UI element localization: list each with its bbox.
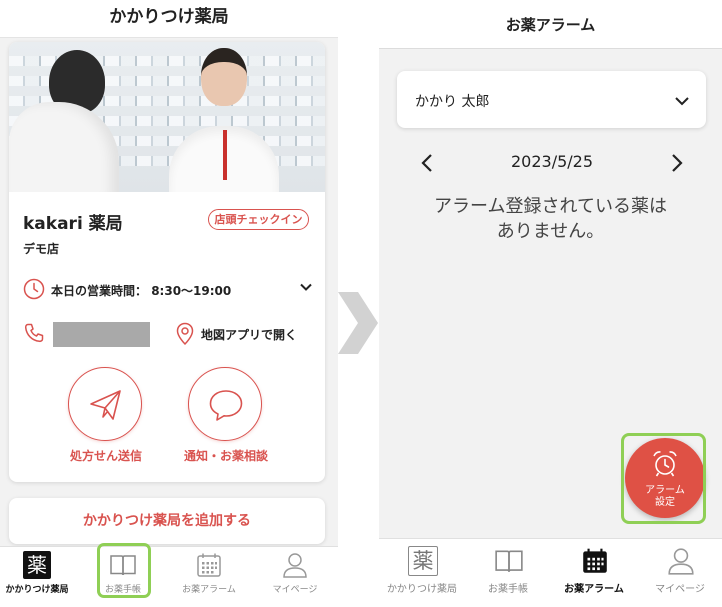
tab-label: かかりつけ薬局 <box>386 584 458 595</box>
tab-my-page[interactable]: マイページ <box>637 539 722 600</box>
screenshot-stage: かかりつけ薬局 kakari 薬局 店頭チェックイン デモ店 本日の営業時間： … <box>0 0 722 607</box>
chevron-down-icon <box>675 97 689 106</box>
chevron-left-icon[interactable] <box>417 152 437 174</box>
tab-label: お薬アラーム <box>182 585 236 595</box>
page-title: お薬アラーム <box>505 16 596 34</box>
consult-label: 通知・お薬相談 <box>183 449 268 463</box>
chat-bubble-icon <box>209 390 243 421</box>
empty-message-line: ありません。 <box>496 221 605 242</box>
clock-icon <box>23 278 45 300</box>
pharmacy-card: kakari 薬局 店頭チェックイン デモ店 本日の営業時間： 8:30～19:… <box>9 42 325 482</box>
tab-medicine-notebook[interactable]: お薬手帳 <box>465 539 551 600</box>
tab-medicine-alarm[interactable]: お薬アラーム <box>169 547 249 607</box>
pharmacy-photo <box>9 42 325 192</box>
kusuri-icon: 薬 <box>408 546 438 576</box>
person-select[interactable]: かかり 太郎 <box>397 71 706 128</box>
hours-value: 8:30～19:00 <box>151 284 232 298</box>
branch-name: デモ店 <box>23 242 60 256</box>
tab-label: お薬手帳 <box>488 584 528 595</box>
map-pin-icon <box>176 322 194 346</box>
pharmacy-screen: かかりつけ薬局 kakari 薬局 店頭チェックイン デモ店 本日の営業時間： … <box>0 0 338 607</box>
alarm-screen: お薬アラーム かかり 太郎 2023/5/25 アラーム登録されている薬は あり… <box>379 0 722 607</box>
chevron-right-arrow-icon <box>338 292 378 354</box>
person-icon <box>668 548 694 575</box>
calendar-icon <box>583 548 607 573</box>
tab-label: お薬アラーム <box>564 584 624 595</box>
alarm-header: お薬アラーム <box>379 0 722 49</box>
chevron-right-icon[interactable] <box>667 152 687 174</box>
empty-message-line: アラーム登録されている薬は <box>434 196 667 217</box>
hours-label: 本日の営業時間： <box>51 284 148 298</box>
consult-button[interactable]: 通知・お薬相談 <box>171 367 281 467</box>
business-hours-row[interactable]: 本日の営業時間： 8:30～19:00 <box>23 278 313 302</box>
tab-label: マイページ <box>655 584 705 595</box>
send-prescription-button[interactable]: 処方せん送信 <box>51 367 161 467</box>
pharmacy-name: kakari 薬局 <box>23 214 123 234</box>
contact-row: 地図アプリで開く <box>23 322 313 350</box>
calendar-icon <box>197 553 221 577</box>
add-pharmacy-button[interactable]: かかりつけ薬局を追加する <box>9 498 325 544</box>
tab-bar: 薬 かかりつけ薬局 お薬手帳 お薬アラーム マイページ <box>379 538 722 607</box>
open-map-label: 地図アプリで開く <box>201 328 298 342</box>
send-prescription-label: 処方せん送信 <box>69 449 142 463</box>
tab-pharmacy[interactable]: 薬 かかりつけ薬局 <box>0 547 77 607</box>
tab-my-page[interactable]: マイページ <box>255 547 335 607</box>
person-icon <box>283 553 307 578</box>
tab-label: かかりつけ薬局 <box>5 585 69 595</box>
business-hours-text: 本日の営業時間： 8:30～19:00 <box>51 282 231 299</box>
person-select-value: かかり 太郎 <box>415 94 490 110</box>
tab-medicine-alarm[interactable]: お薬アラーム <box>551 539 637 600</box>
current-date: 2023/5/25 <box>510 152 594 171</box>
tab-pharmacy[interactable]: 薬 かかりつけ薬局 <box>379 539 465 600</box>
chevron-down-icon <box>300 283 312 291</box>
highlight-frame <box>97 543 151 598</box>
highlight-frame <box>621 433 706 524</box>
book-icon <box>495 550 523 572</box>
tab-label: マイページ <box>272 585 318 595</box>
phone-number-redacted <box>53 322 150 347</box>
paper-plane-icon <box>90 390 121 420</box>
tab-bar: 薬 かかりつけ薬局 お薬手帳 お薬アラーム マイページ <box>0 546 338 607</box>
page-title: かかりつけ薬局 <box>109 7 229 27</box>
date-navigator: 2023/5/25 <box>417 150 687 176</box>
pharmacy-header: かかりつけ薬局 <box>0 0 338 38</box>
kusuri-icon: 薬 <box>23 551 51 579</box>
checkin-button[interactable]: 店頭チェックイン <box>208 209 309 230</box>
empty-message: アラーム登録されている薬は ありません。 <box>399 194 702 244</box>
phone-icon[interactable] <box>23 322 45 344</box>
